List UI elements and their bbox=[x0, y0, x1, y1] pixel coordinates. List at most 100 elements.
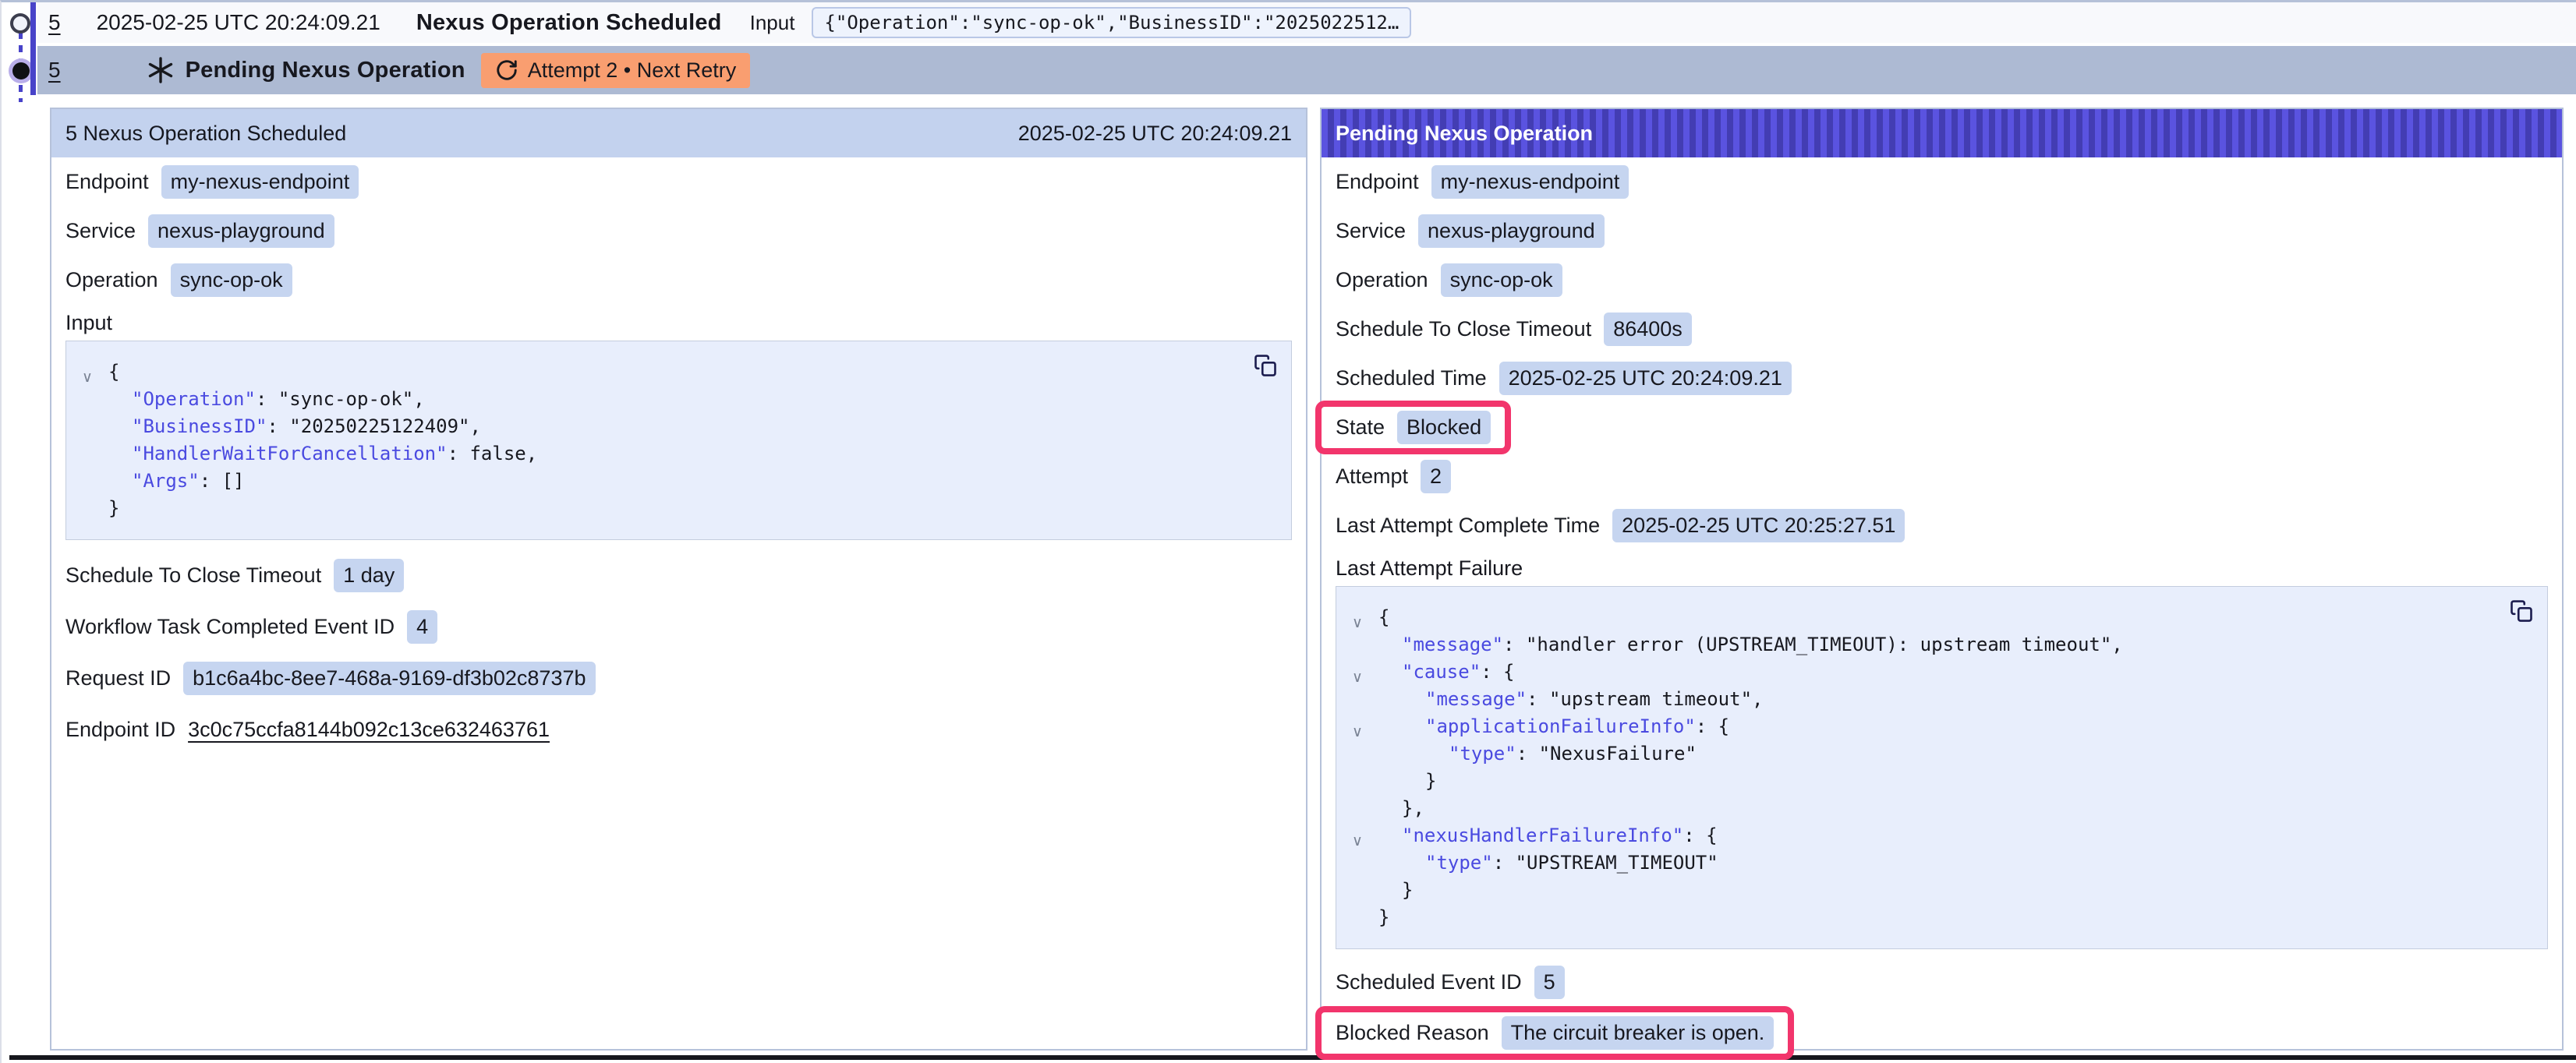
retry-status-badge: Attempt 2 • Next Retry bbox=[481, 53, 751, 88]
json-line-content: } bbox=[1378, 904, 1389, 931]
json-code-line: ∨"type": "NexusFailure" bbox=[1352, 740, 2532, 768]
field-label: Endpoint bbox=[65, 170, 149, 194]
event-id-link[interactable]: 5 bbox=[48, 10, 61, 35]
field-row-request-id: Request IDb1c6a4bc-8ee7-468a-9169-df3b02… bbox=[51, 652, 1306, 704]
json-code-line: ∨"nexusHandlerFailureInfo": { bbox=[1352, 822, 2532, 849]
field-label: Attempt bbox=[1336, 464, 1408, 489]
collapse-chevron-icon[interactable]: ∨ bbox=[1352, 828, 1378, 855]
field-value-badge: nexus-playground bbox=[148, 214, 334, 248]
panel-pending-nexus-operation: Pending Nexus Operation Endpointmy-nexus… bbox=[1320, 108, 2564, 1051]
json-line-content: "Args": [] bbox=[108, 468, 245, 495]
field-value-badge: 2025-02-25 UTC 20:25:27.51 bbox=[1612, 509, 1905, 542]
failure-section-label: Last Attempt Failure bbox=[1322, 550, 2562, 586]
field-value-link[interactable]: 3c0c75ccfa8144b092c13ce632463761 bbox=[188, 718, 550, 742]
json-code-line: ∨} bbox=[82, 495, 1276, 522]
field-label: Endpoint ID bbox=[65, 718, 175, 742]
selected-event-accent-bar bbox=[30, 2, 36, 95]
panel-nexus-operation-scheduled: 5 Nexus Operation Scheduled 2025-02-25 U… bbox=[50, 108, 1307, 1051]
field-row-endpoint: Endpointmy-nexus-endpoint bbox=[51, 157, 1306, 207]
left-panel-fields: Endpointmy-nexus-endpoint Service nexus-pl… bbox=[51, 157, 1306, 305]
event-details-split-view: 5 Nexus Operation Scheduled 2025-02-25 U… bbox=[50, 108, 2564, 1051]
event-input-preview: {"Operation":"sync-op-ok","BusinessID":"… bbox=[812, 7, 1411, 38]
json-code-line: ∨}, bbox=[1352, 795, 2532, 822]
field-label: Last Attempt Complete Time bbox=[1336, 514, 1600, 538]
json-code-line: ∨"HandlerWaitForCancellation": false, bbox=[82, 440, 1276, 468]
json-line-content: { bbox=[1378, 604, 1389, 631]
input-json-lines: ∨{∨"Operation": "sync-op-ok",∨"BusinessI… bbox=[82, 358, 1276, 522]
field-row-schedule-to-close-timeout: Schedule To Close Timeout1 day bbox=[51, 549, 1306, 601]
collapse-chevron-icon[interactable]: ∨ bbox=[1352, 719, 1378, 746]
field-value-badge: Blocked bbox=[1397, 411, 1491, 444]
field-label: Service bbox=[1336, 219, 1406, 243]
field-row-operation: Operationsync-op-ok bbox=[1322, 256, 2562, 305]
field-row-blocked-reason: Blocked ReasonThe circuit breaker is ope… bbox=[1322, 1008, 2562, 1058]
json-code-line: ∨"message": "upstream timeout", bbox=[1352, 686, 2532, 713]
field-value-badge: 1 day bbox=[334, 559, 404, 592]
event-title: Nexus Operation Scheduled bbox=[416, 10, 722, 36]
json-line-content: "applicationFailureInfo": { bbox=[1378, 713, 1729, 740]
retry-badge-label: Attempt 2 • Next Retry bbox=[528, 58, 737, 83]
collapse-chevron-icon[interactable]: ∨ bbox=[1352, 664, 1378, 691]
annotation-highlight-box: StateBlocked bbox=[1315, 401, 1511, 454]
json-code-line: ∨} bbox=[1352, 768, 2532, 795]
json-code-line: ∨"message": "handler error (UPSTREAM_TIM… bbox=[1352, 631, 2532, 659]
workflow-event-history-view: 5 2025-02-25 UTC 20:24:09.21 Nexus Opera… bbox=[0, 0, 2576, 1063]
collapse-chevron-icon[interactable]: ∨ bbox=[1352, 609, 1378, 637]
field-row-schedule-to-close-timeout: Schedule To Close Timeout 86400s bbox=[1322, 305, 2562, 354]
field-row-workflow-task-completed-event-id: Workflow Task Completed Event ID 4 bbox=[51, 601, 1306, 652]
field-label: Scheduled Event ID bbox=[1336, 970, 1522, 994]
timeline-filled-circle-icon bbox=[12, 62, 30, 79]
json-line-content: "message": "handler error (UPSTREAM_TIME… bbox=[1378, 631, 2123, 659]
panel-title: 5 Nexus Operation Scheduled bbox=[65, 122, 346, 146]
field-value-badge: 86400s bbox=[1604, 313, 1692, 346]
json-code-line: ∨{ bbox=[1352, 604, 2532, 631]
failure-json-viewer: ∨{∨"message": "handler error (UPSTREAM_T… bbox=[1336, 586, 2548, 949]
field-value-badge: 2025-02-25 UTC 20:24:09.21 bbox=[1499, 362, 1792, 395]
copy-icon[interactable] bbox=[1254, 354, 1277, 377]
event-input-label: Input bbox=[750, 11, 795, 35]
json-code-line: ∨"Args": [] bbox=[82, 468, 1276, 495]
input-json-viewer: ∨{∨"Operation": "sync-op-ok",∨"BusinessI… bbox=[65, 341, 1292, 540]
json-code-line: ∨"applicationFailureInfo": { bbox=[1352, 713, 2532, 740]
failure-json-lines: ∨{∨"message": "handler error (UPSTREAM_T… bbox=[1352, 604, 2532, 931]
json-line-content: } bbox=[1378, 877, 1413, 904]
json-line-content: }, bbox=[1378, 795, 1424, 822]
field-row-endpoint: Endpointmy-nexus-endpoint bbox=[1322, 157, 2562, 207]
field-value-badge: sync-op-ok bbox=[171, 263, 292, 297]
event-id-link[interactable]: 5 bbox=[48, 58, 61, 83]
json-code-line: ∨{ bbox=[82, 358, 1276, 386]
panel-header-striped: Pending Nexus Operation bbox=[1322, 109, 2562, 157]
event-row-nexus-operation-scheduled[interactable]: 5 2025-02-25 UTC 20:24:09.21 Nexus Opera… bbox=[37, 2, 2576, 43]
field-label: Schedule To Close Timeout bbox=[1336, 317, 1591, 341]
field-row-state: StateBlocked bbox=[1322, 403, 2562, 452]
json-line-content: "cause": { bbox=[1378, 659, 1515, 686]
field-value-badge: 5 bbox=[1534, 966, 1565, 999]
input-section-label: Input bbox=[51, 305, 1306, 341]
event-title: Pending Nexus Operation bbox=[186, 58, 465, 83]
json-line-content: "message": "upstream timeout", bbox=[1378, 686, 1763, 713]
field-row-attempt: Attempt2 bbox=[1322, 452, 2562, 501]
event-timeline bbox=[2, 2, 42, 104]
json-code-line: ∨"BusinessID": "20250225122409", bbox=[82, 413, 1276, 440]
event-row-pending-nexus-operation[interactable]: 5 Pending Nexus Operation Attempt 2 • Ne… bbox=[37, 46, 2576, 94]
field-value-badge: The circuit breaker is open. bbox=[1502, 1016, 1775, 1050]
collapse-chevron-icon[interactable]: ∨ bbox=[82, 364, 108, 391]
field-label: Workflow Task Completed Event ID bbox=[65, 615, 395, 639]
json-code-line: ∨"type": "UPSTREAM_TIMEOUT" bbox=[1352, 849, 2532, 877]
copy-icon[interactable] bbox=[2510, 599, 2533, 623]
field-label: Service bbox=[65, 219, 136, 243]
json-line-content: "HandlerWaitForCancellation": false, bbox=[108, 440, 537, 468]
json-line-content: "type": "UPSTREAM_TIMEOUT" bbox=[1378, 849, 1718, 877]
json-line-content: "nexusHandlerFailureInfo": { bbox=[1378, 822, 1718, 849]
field-value-badge: 4 bbox=[407, 610, 437, 644]
json-line-content: "Operation": "sync-op-ok", bbox=[108, 386, 425, 413]
field-row-last-attempt-complete-time: Last Attempt Complete Time 2025-02-25 UTC… bbox=[1322, 501, 2562, 550]
retry-icon bbox=[495, 58, 518, 82]
panel-title: Pending Nexus Operation bbox=[1336, 122, 1593, 146]
json-line-content: "type": "NexusFailure" bbox=[1378, 740, 1697, 768]
field-label: Operation bbox=[65, 268, 158, 292]
timeline-open-circle-icon bbox=[10, 13, 30, 34]
json-line-content: { bbox=[108, 358, 119, 386]
panel-header: 5 Nexus Operation Scheduled 2025-02-25 U… bbox=[51, 109, 1306, 157]
event-timestamp: 2025-02-25 UTC 20:24:09.21 bbox=[97, 10, 380, 35]
